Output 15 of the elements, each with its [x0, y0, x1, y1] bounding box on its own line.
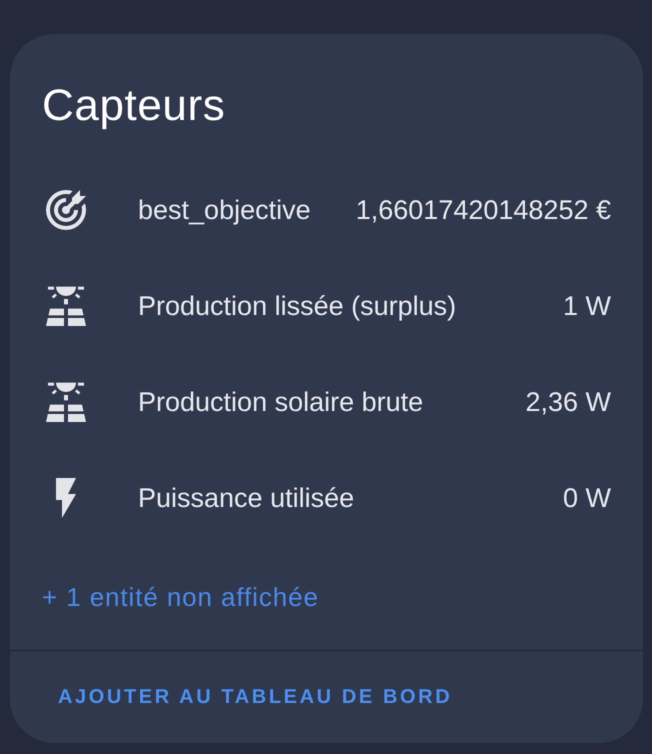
entity-state: 1,66017420148252 € — [354, 194, 611, 227]
card-title: Capteurs — [42, 80, 226, 132]
solar-panel-icon — [46, 286, 86, 326]
entity-state: 2,36 W — [524, 386, 611, 419]
target-icon — [46, 190, 86, 230]
entity-name: best_objective — [138, 194, 311, 227]
lightning-bolt-icon — [56, 478, 76, 518]
entity-name: Production lissée (surplus) — [138, 290, 456, 323]
entity-state: 1 W — [562, 290, 611, 323]
solar-panel-icon — [46, 382, 86, 422]
more-entities-link[interactable]: + 1 entité non affichée — [42, 577, 319, 617]
entity-state: 0 W — [562, 482, 611, 515]
entity-name: Production solaire brute — [138, 386, 424, 419]
add-to-dashboard-button[interactable]: AJOUTER AU TABLEAU DE BORD — [42, 672, 468, 720]
entity-name: Puissance utilisée — [138, 482, 354, 515]
